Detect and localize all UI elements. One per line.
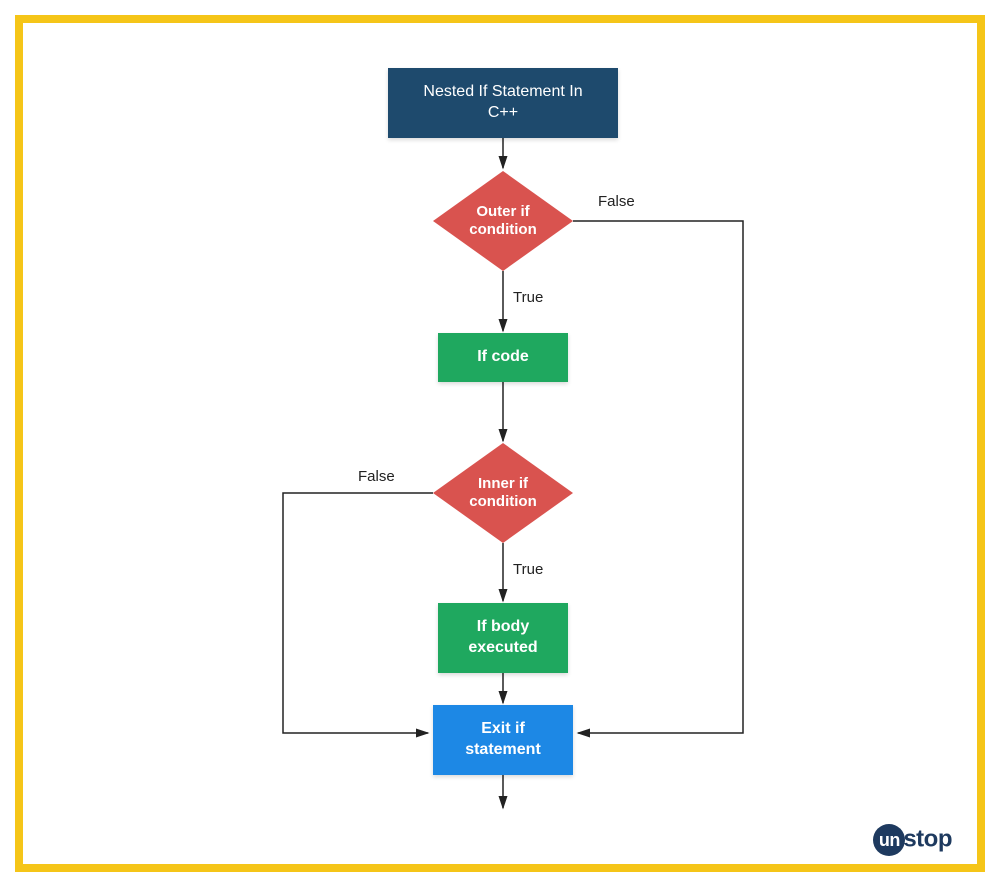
diagram-frame: Nested If Statement In C++ Outer ifcondi… <box>15 15 985 872</box>
exit-text: Exit ifstatement <box>465 719 541 761</box>
unstop-logo: un stop <box>873 824 952 856</box>
if-body-box: If bodyexecuted <box>438 603 568 673</box>
outer-if-diamond: Outer ifcondition <box>433 171 573 271</box>
exit-box: Exit ifstatement <box>433 705 573 775</box>
flowchart-canvas: Nested If Statement In C++ Outer ifcondi… <box>23 23 977 864</box>
logo-prefix: un <box>879 830 900 851</box>
true-label-1: True <box>513 289 543 306</box>
if-code-text: If code <box>477 347 529 368</box>
if-body-text: If bodyexecuted <box>468 617 537 659</box>
title-text: Nested If Statement In C++ <box>408 82 598 124</box>
true-label-2: True <box>513 561 543 578</box>
false-label-2: False <box>358 468 395 485</box>
logo-suffix: stop <box>903 825 952 852</box>
if-code-box: If code <box>438 333 568 382</box>
inner-if-text: Inner ifcondition <box>469 475 537 511</box>
inner-if-diamond: Inner ifcondition <box>433 443 573 543</box>
title-box: Nested If Statement In C++ <box>388 68 618 138</box>
outer-if-text: Outer ifcondition <box>469 203 537 239</box>
false-label-1: False <box>598 193 635 210</box>
logo-circle: un <box>873 824 905 856</box>
